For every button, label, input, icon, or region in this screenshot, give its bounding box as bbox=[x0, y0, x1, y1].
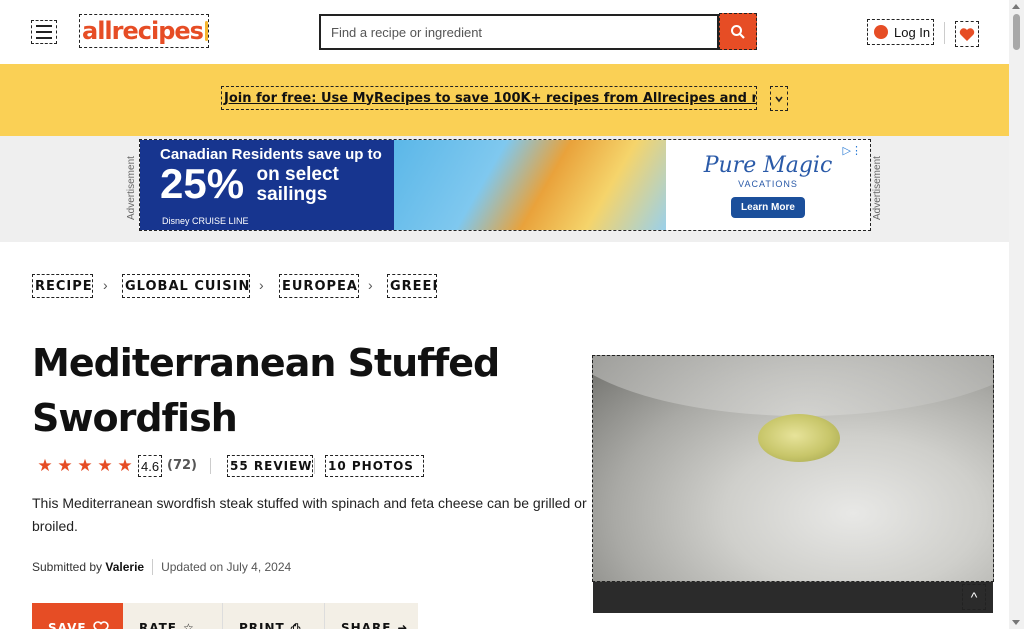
video-collapse-button[interactable]: ^ bbox=[962, 584, 986, 610]
save-button[interactable]: SAVE bbox=[32, 603, 123, 629]
recipe-description: This Mediterranean swordfish steak stuff… bbox=[32, 495, 587, 534]
share-label: SHARE bbox=[341, 621, 392, 629]
share-arrow-icon: ➜ bbox=[397, 621, 409, 629]
chevron-right-icon: › bbox=[103, 277, 108, 293]
print-label: PRINT bbox=[239, 621, 285, 629]
reviews-link[interactable]: 55 REVIEWS bbox=[227, 455, 313, 477]
star-icon[interactable]: ★ bbox=[76, 457, 94, 475]
chevron-right-icon: › bbox=[259, 277, 264, 293]
breadcrumb-recipes[interactable]: RECIPES bbox=[32, 274, 93, 298]
print-button[interactable]: PRINT ⎙ bbox=[223, 603, 325, 629]
menu-icon-line bbox=[36, 37, 52, 39]
promo-banner: Join for free: Use MyRecipes to save 100… bbox=[0, 64, 1009, 136]
star-outline-icon: ☆ bbox=[182, 621, 195, 629]
search-input[interactable] bbox=[319, 14, 719, 50]
adchoices-icon[interactable]: ▷⋮ bbox=[843, 144, 862, 157]
video-frame-pan bbox=[593, 356, 993, 416]
printer-icon: ⎙ bbox=[290, 621, 302, 629]
search-icon bbox=[731, 24, 745, 39]
recipe-actions: SAVE RATE ☆ PRINT ⎙ SHARE ➜ bbox=[32, 603, 418, 629]
ad-subline-1: on select bbox=[256, 164, 339, 185]
separator bbox=[210, 458, 211, 474]
star-icon[interactable]: ★ bbox=[36, 457, 54, 475]
ad-subline: on select sailings bbox=[257, 165, 339, 205]
search-button[interactable] bbox=[719, 13, 757, 50]
author-link[interactable]: Valerie bbox=[105, 560, 144, 574]
rating-count: (72) bbox=[167, 458, 197, 473]
ad-image bbox=[394, 140, 666, 230]
scroll-up-icon[interactable] bbox=[1012, 4, 1020, 9]
chevron-icon bbox=[775, 96, 783, 102]
menu-icon-line bbox=[36, 31, 52, 33]
advertisement-banner[interactable]: Canadian Residents save up to 25% on sel… bbox=[139, 139, 871, 231]
login-button[interactable]: Log In bbox=[867, 19, 934, 45]
ad-footer: Disney CRUISE LINE bbox=[162, 216, 249, 226]
breadcrumb-global-cuisines[interactable]: GLOBAL CUISINES bbox=[122, 274, 250, 298]
recipe-video[interactable] bbox=[592, 355, 994, 582]
breadcrumb-greek[interactable]: GREEK bbox=[387, 274, 437, 298]
page-title: Mediterranean Stuffed Swordfish bbox=[32, 341, 500, 440]
star-half-icon[interactable]: ★ bbox=[116, 457, 134, 475]
photos-link[interactable]: 10 PHOTOS bbox=[325, 455, 424, 477]
promo-link[interactable]: Join for free: Use MyRecipes to save 100… bbox=[221, 86, 757, 110]
video-frame-oil bbox=[758, 414, 840, 462]
chevron-up-icon: ^ bbox=[970, 589, 978, 605]
user-icon bbox=[874, 25, 888, 39]
video-control-bar bbox=[593, 582, 993, 613]
separator bbox=[152, 559, 154, 575]
breadcrumb-european[interactable]: EUROPEAN bbox=[279, 274, 359, 298]
breadcrumb: RECIPES › GLOBAL CUISINES › EUROPEAN › G… bbox=[0, 274, 1009, 298]
heart-icon bbox=[959, 27, 975, 41]
page-scrollbar[interactable] bbox=[1009, 0, 1024, 629]
submitted-prefix: Submitted by bbox=[32, 560, 103, 574]
ad-region: Advertisement Canadian Residents save up… bbox=[0, 136, 1009, 242]
heart-outline-icon bbox=[92, 621, 109, 629]
header-divider bbox=[944, 22, 945, 44]
ad-brand-sub: VACATIONS bbox=[738, 178, 798, 189]
saved-recipes-button[interactable] bbox=[955, 21, 979, 47]
rating-row: ★ ★ ★ ★ ★ 4.6 (72) 55 REVIEWS 10 PHOTOS bbox=[34, 455, 594, 477]
promo-dismiss-button[interactable] bbox=[770, 86, 788, 111]
login-label: Log In bbox=[894, 24, 931, 40]
rate-label: RATE bbox=[139, 621, 177, 629]
site-header: allrecipes Log In bbox=[0, 0, 1009, 64]
logo-sticker-icon bbox=[204, 21, 208, 41]
ad-learn-more-button[interactable]: Learn More bbox=[731, 196, 805, 218]
ad-subline-2: sailings bbox=[256, 184, 328, 205]
ad-label: Advertisement bbox=[872, 156, 883, 220]
updated-date: Updated on July 4, 2024 bbox=[161, 560, 292, 574]
scroll-thumb[interactable] bbox=[1013, 14, 1020, 50]
rate-button[interactable]: RATE ☆ bbox=[123, 603, 223, 629]
ad-discount: 25% bbox=[160, 160, 245, 207]
logo-text: allrecipes bbox=[82, 17, 204, 45]
star-icon[interactable]: ★ bbox=[56, 457, 74, 475]
rating-value[interactable]: 4.6 bbox=[138, 455, 162, 477]
separator bbox=[314, 458, 315, 474]
chevron-right-icon: › bbox=[368, 277, 373, 293]
byline: Submitted by Valerie Updated on July 4, … bbox=[32, 559, 291, 575]
ad-offer-panel: Canadian Residents save up to 25% on sel… bbox=[140, 140, 394, 230]
allrecipes-logo[interactable]: allrecipes bbox=[79, 14, 209, 48]
ad-label: Advertisement bbox=[126, 156, 137, 220]
ad-brand-panel: ▷⋮ Pure Magic VACATIONS Learn More bbox=[666, 140, 870, 230]
ad-brand: Pure Magic bbox=[703, 152, 833, 178]
menu-button[interactable] bbox=[31, 20, 57, 44]
menu-icon-line bbox=[36, 25, 52, 27]
scroll-down-icon[interactable] bbox=[1012, 620, 1020, 625]
save-label: SAVE bbox=[48, 621, 87, 629]
share-button[interactable]: SHARE ➜ bbox=[325, 603, 418, 629]
byline-author: Submitted by Valerie bbox=[32, 560, 144, 574]
star-icon[interactable]: ★ bbox=[96, 457, 114, 475]
